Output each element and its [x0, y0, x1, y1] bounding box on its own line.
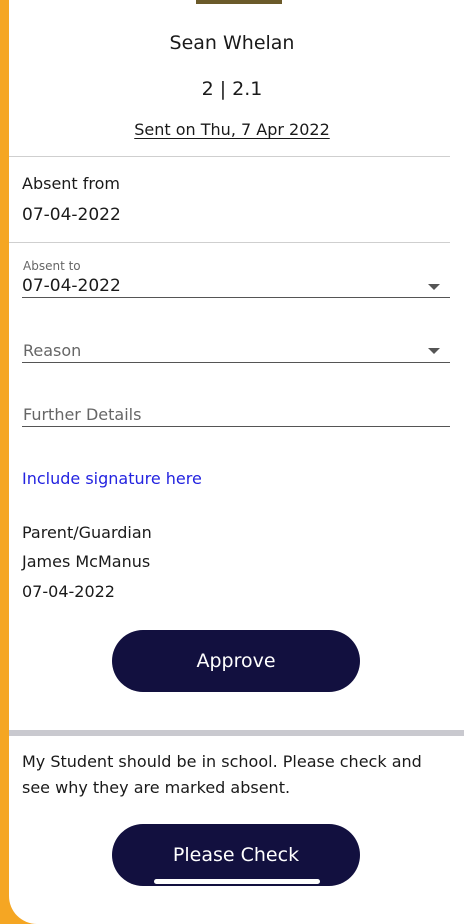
student-name: Sean Whelan [169, 32, 295, 54]
section-divider [9, 730, 464, 736]
reason-placeholder: Reason [23, 341, 82, 360]
absent-to-value: 07-04-2022 [22, 276, 121, 296]
please-check-button[interactable]: Please Check [112, 824, 360, 886]
parent-guardian-label: Parent/Guardian [22, 523, 152, 542]
further-details-input[interactable] [22, 426, 450, 427]
absent-to-label: Absent to [23, 259, 81, 273]
reason-dropdown[interactable] [22, 362, 450, 363]
absent-from-value: 07-04-2022 [22, 205, 121, 225]
message-text: My Student should be in school. Please c… [22, 752, 422, 797]
home-indicator[interactable] [154, 879, 320, 884]
parent-name: James McManus [22, 552, 151, 571]
approve-button[interactable]: Approve [112, 630, 360, 692]
sent-date: Sent on Thu, 7 Apr 2022 [0, 120, 464, 139]
include-signature-link[interactable]: Include signature here [22, 469, 202, 488]
chevron-down-icon[interactable] [428, 348, 440, 354]
further-details-placeholder: Further Details [23, 405, 142, 424]
sheet-top-tab [196, 0, 282, 4]
absent-to-dropdown[interactable] [22, 297, 450, 298]
sent-date-text: Sent on Thu, 7 Apr 2022 [134, 120, 330, 139]
divider [9, 242, 450, 243]
absent-from-label: Absent from [22, 174, 121, 193]
parent-date: 07-04-2022 [22, 582, 115, 601]
divider [9, 156, 450, 157]
chevron-down-icon[interactable] [428, 284, 440, 290]
class-label: 2 | 2.1 [201, 78, 263, 100]
